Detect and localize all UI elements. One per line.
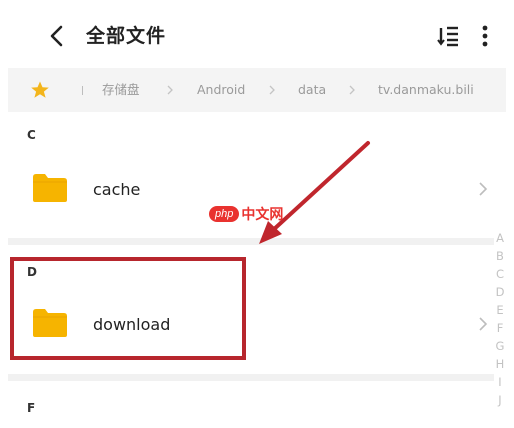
watermark: php 中文网 [209,201,283,227]
chevron-right-icon [269,85,275,95]
index-letter-h[interactable]: H [493,356,507,374]
section-letter-c: C [27,128,36,142]
highlight-box [10,257,246,360]
chevron-right-icon [167,85,173,95]
index-letter-b[interactable]: B [493,248,507,266]
watermark-text: 中文网 [241,207,284,223]
index-letter-d[interactable]: D [493,284,507,302]
app-header: 全部文件 [0,0,514,70]
sort-icon[interactable] [437,24,459,48]
index-letter-c[interactable]: C [493,266,507,284]
more-options-icon[interactable] [480,24,490,48]
section-letter-f: F [27,401,36,415]
section-divider [8,374,494,381]
back-arrow-icon[interactable] [44,22,72,50]
chevron-right-icon [349,85,355,95]
index-letter-a[interactable]: A [493,230,507,248]
index-letter-g[interactable]: G [493,338,507,356]
breadcrumb-item-storage[interactable]: 存储盘 [102,80,140,100]
chevron-right-icon [479,317,488,331]
index-letter-e[interactable]: E [493,302,507,320]
section-divider [8,238,494,245]
breadcrumb: 存储盘 Android data tv.danmaku.bili [8,68,506,112]
index-letter-j[interactable]: J [493,392,507,410]
watermark-badge: php [209,206,240,222]
page-title: 全部文件 [86,25,167,47]
breadcrumb-item-package[interactable]: tv.danmaku.bili [378,80,474,100]
breadcrumb-divider [82,86,83,95]
index-letter-f[interactable]: F [493,320,507,338]
favorite-star-icon[interactable] [30,80,50,100]
breadcrumb-item-android[interactable]: Android [197,80,245,100]
chevron-right-icon [479,182,488,196]
folder-icon [33,174,67,202]
index-letter-i[interactable]: I [493,374,507,392]
breadcrumb-item-data[interactable]: data [298,80,326,100]
folder-name: cache [93,180,141,199]
